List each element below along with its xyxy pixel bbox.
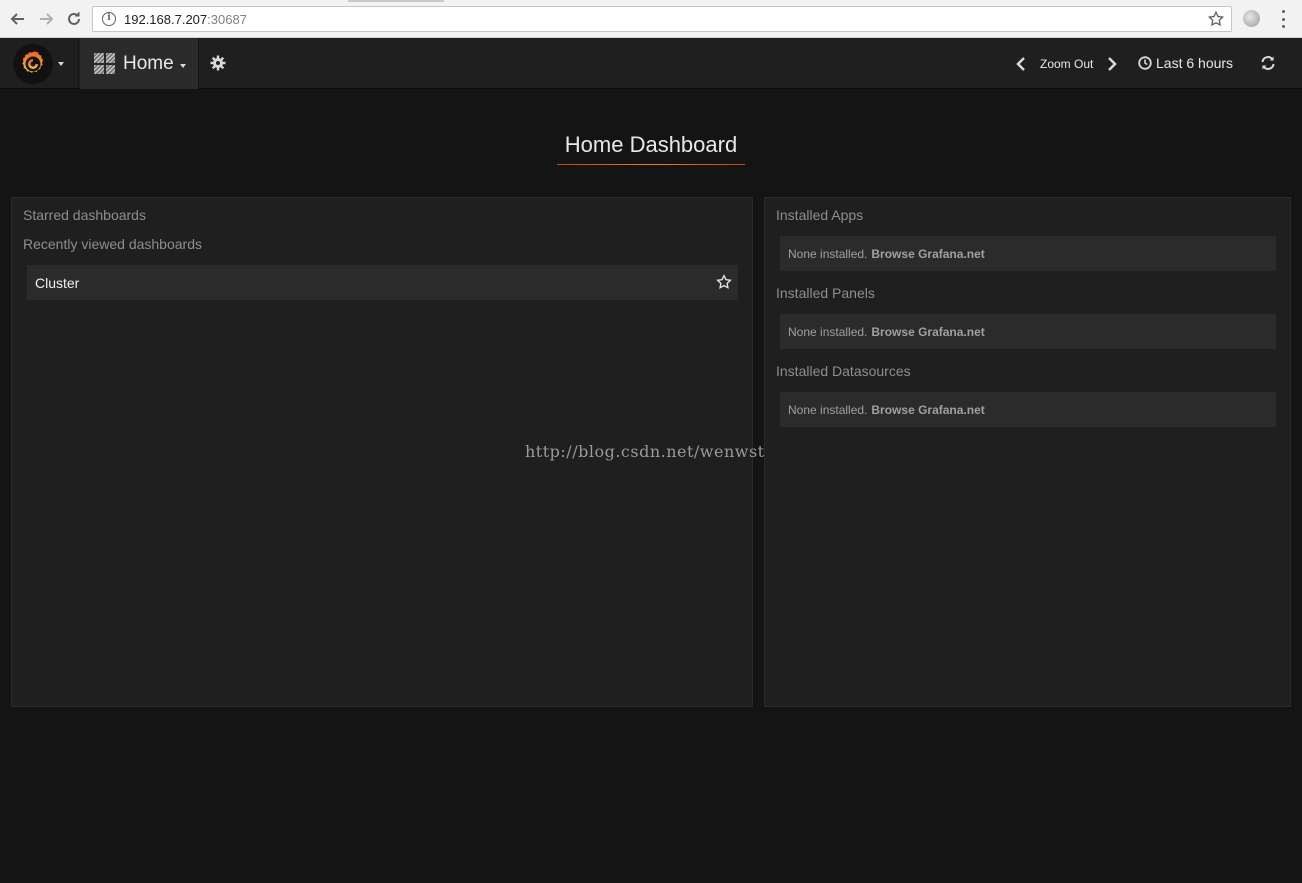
url-port: :30687: [207, 11, 247, 27]
reload-icon: [68, 12, 80, 25]
empty-state-text: None installed.: [788, 324, 868, 339]
chevron-right-icon: [1108, 57, 1117, 71]
browse-grafana-link[interactable]: Browse Grafana.net: [871, 403, 984, 417]
browser-toolbar: i 192.168.7.207:30687: [0, 0, 1302, 38]
address-bar[interactable]: i 192.168.7.207:30687: [92, 6, 1232, 32]
extension-icon[interactable]: [1243, 10, 1260, 27]
bookmark-star-icon[interactable]: [1207, 10, 1225, 28]
zoom-out-button[interactable]: Zoom Out: [1040, 57, 1093, 71]
dashboard-link[interactable]: Cluster: [35, 275, 79, 291]
active-tab-indicator: [348, 0, 444, 2]
grafana-logo-icon: [13, 43, 53, 84]
installed-apps-box: None installed. Browse Grafana.net: [780, 236, 1276, 271]
browser-menu-button[interactable]: [1280, 10, 1286, 28]
recent-dashboards-heading: Recently viewed dashboards: [23, 236, 202, 252]
gear-icon: [210, 55, 226, 71]
back-arrow-icon: [10, 13, 24, 25]
chevron-down-icon: [179, 63, 186, 68]
grafana-navbar: Home Zoom Out Last 6 hours: [0, 38, 1302, 89]
installed-panels-box: None installed. Browse Grafana.net: [780, 314, 1276, 349]
dashboard-settings-button[interactable]: [210, 55, 226, 76]
reload-button[interactable]: [64, 9, 84, 29]
refresh-icon: [1261, 56, 1275, 70]
forward-button[interactable]: [36, 9, 56, 29]
time-range-label: Last 6 hours: [1156, 55, 1234, 71]
time-range-picker[interactable]: Last 6 hours: [1138, 55, 1233, 71]
time-shift-forward-button[interactable]: [1107, 56, 1117, 77]
clock-icon: [1138, 56, 1152, 70]
plugin-list-panel: Installed Apps None installed. Browse Gr…: [764, 197, 1291, 707]
watermark-text: http://blog.csdn.net/wenwst: [525, 442, 765, 461]
grafana-menu-button[interactable]: [0, 38, 79, 89]
chevron-left-icon: [1016, 57, 1025, 71]
starred-dashboards-heading: Starred dashboards: [23, 207, 146, 223]
title-underline: [557, 164, 745, 165]
forward-arrow-icon: [40, 13, 54, 25]
installed-datasources-heading: Installed Datasources: [776, 363, 911, 379]
page-title: Home Dashboard: [564, 132, 738, 157]
star-icon[interactable]: [716, 274, 732, 290]
browse-grafana-link[interactable]: Browse Grafana.net: [871, 247, 984, 261]
chevron-down-icon: [58, 61, 64, 66]
info-icon[interactable]: i: [102, 12, 116, 26]
dashboard-picker-button[interactable]: Home: [80, 38, 199, 89]
back-button[interactable]: [8, 9, 28, 29]
dashboard-grid-icon: [94, 53, 115, 74]
time-shift-back-button[interactable]: [1016, 56, 1026, 77]
browse-grafana-link[interactable]: Browse Grafana.net: [871, 325, 984, 339]
installed-apps-heading: Installed Apps: [776, 207, 864, 223]
refresh-button[interactable]: [1260, 55, 1276, 76]
empty-state-text: None installed.: [788, 246, 868, 261]
url-text: 192.168.7.207:30687: [124, 12, 247, 27]
installed-datasources-box: None installed. Browse Grafana.net: [780, 392, 1276, 427]
list-item[interactable]: Cluster: [27, 265, 738, 300]
empty-state-text: None installed.: [788, 402, 868, 417]
url-host: 192.168.7.207: [124, 11, 208, 27]
dashboard-picker-label: Home: [123, 52, 174, 74]
installed-panels-heading: Installed Panels: [776, 285, 875, 301]
